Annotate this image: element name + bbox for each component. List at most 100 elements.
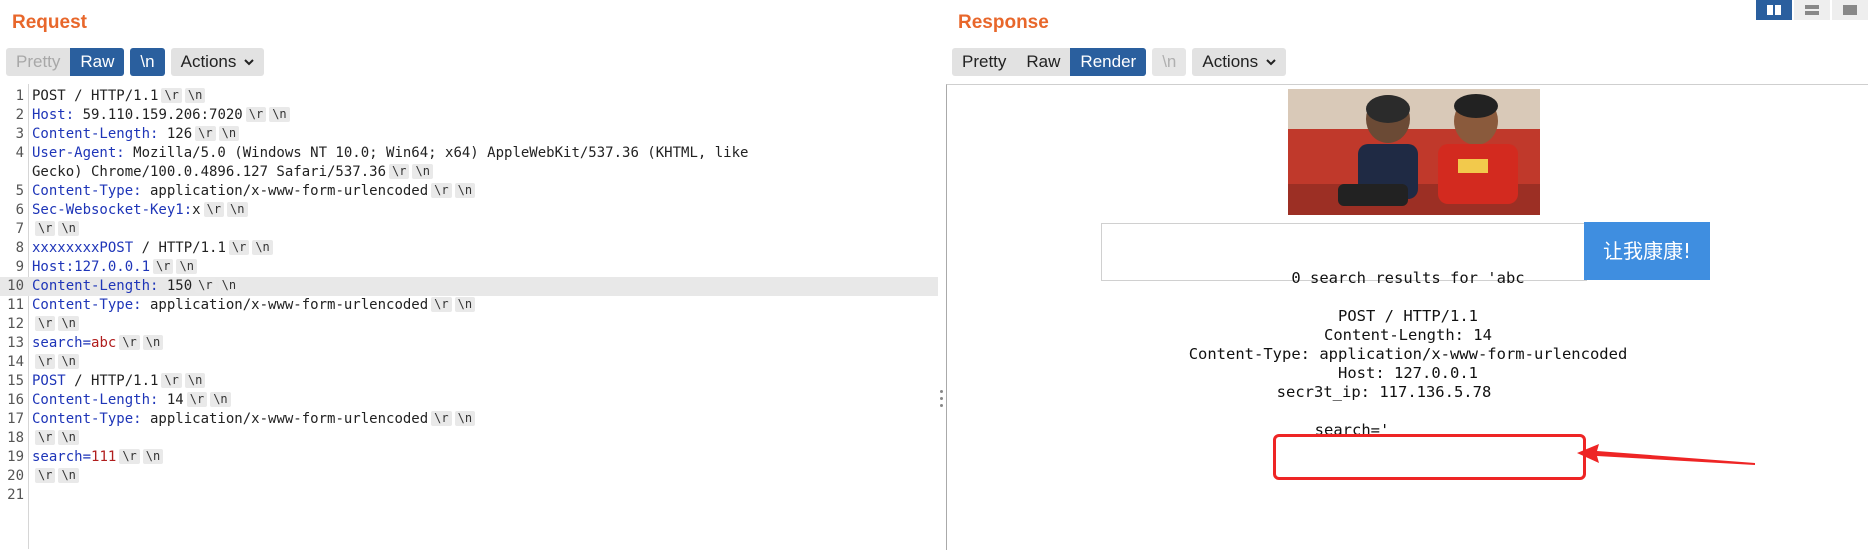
header-value: Mozilla/5.0 (Windows NT 10.0; Win64; x64… xyxy=(124,145,749,161)
escape-marker: \n xyxy=(454,297,476,312)
code-text: Host: 59.110.159.206:7020 \r \n xyxy=(32,106,290,125)
code-text: Content-Length: 150 \r \n xyxy=(32,277,240,296)
single-pane-icon[interactable] xyxy=(1832,0,1868,20)
response-toolbar: Pretty Raw Render \n Actions xyxy=(952,48,1287,76)
response-actions-label: Actions xyxy=(1202,52,1259,71)
header-value: 150 xyxy=(158,278,193,294)
escape-marker: \r xyxy=(195,126,216,141)
code-text: Host:127.0.0.1 \r \n xyxy=(32,258,197,277)
request-newline-toggle[interactable]: \n xyxy=(130,48,165,76)
request-actions-label: Actions xyxy=(180,52,237,71)
chevron-down-icon xyxy=(244,59,255,66)
escape-marker: \n xyxy=(454,411,476,426)
code-line[interactable]: 20 \r \n xyxy=(0,467,938,486)
escape-marker: \n xyxy=(184,88,206,103)
line-number: 6 xyxy=(15,202,24,218)
echo-line: POST / HTTP/1.1 xyxy=(1338,307,1478,325)
pane-divider[interactable] xyxy=(938,0,946,549)
code-line[interactable]: 9 Host:127.0.0.1 \r \n xyxy=(0,258,938,277)
header-value: abc xyxy=(91,335,117,351)
code-line[interactable]: 15 POST / HTTP/1.1 \r \n xyxy=(0,372,938,391)
header-value: application/x-www-form-urlencoded xyxy=(141,183,429,199)
code-text: search=abc \r \n xyxy=(32,334,164,353)
response-raw-tab[interactable]: Raw xyxy=(1016,48,1070,76)
escape-marker: \r xyxy=(245,107,267,122)
code-text: POST / HTTP/1.1 \r \n xyxy=(32,87,206,106)
code-line[interactable]: 13 search=abc \r \n xyxy=(0,334,938,353)
code-text: Content-Type: application/x-www-form-url… xyxy=(32,182,476,201)
code-line[interactable]: 12 \r \n xyxy=(0,315,938,334)
header-key: POST xyxy=(32,373,66,389)
escape-marker: \n xyxy=(218,278,240,293)
request-raw-tab[interactable]: Raw xyxy=(70,48,125,76)
code-line[interactable]: 7 \r \n xyxy=(0,220,938,239)
code-text: Gecko) Chrome/100.0.4896.127 Safari/537.… xyxy=(32,163,433,182)
escape-marker: \n xyxy=(58,354,79,369)
header-key: Host: xyxy=(32,107,75,123)
escape-marker: \r xyxy=(431,411,452,426)
code-text: Content-Length: 14 \r \n xyxy=(32,391,231,410)
escape-marker: \n xyxy=(454,183,476,198)
escape-marker: \r xyxy=(119,335,140,350)
echo-line: Content-Length: 14 xyxy=(1324,326,1492,344)
code-line[interactable]: 11 Content-Type: application/x-www-form-u… xyxy=(0,296,938,315)
code-text: Content-Type: application/x-www-form-url… xyxy=(32,296,476,315)
code-line[interactable]: 8 xxxxxxxxPOST / HTTP/1.1 \r \n xyxy=(0,239,938,258)
header-value: application/x-www-form-urlencoded xyxy=(141,297,429,313)
header-value: application/x-www-form-urlencoded xyxy=(141,411,429,427)
code-line[interactable]: 17 Content-Type: application/x-www-form-u… xyxy=(0,410,938,429)
escape-marker: \r xyxy=(186,392,208,407)
request-pretty-tab[interactable]: Pretty xyxy=(6,48,70,76)
code-text: xxxxxxxxPOST / HTTP/1.1 \r \n xyxy=(32,239,273,258)
request-title: Request xyxy=(12,12,87,33)
code-line[interactable]: 14 \r \n xyxy=(0,353,938,372)
escape-marker: \r xyxy=(35,316,56,331)
code-line[interactable]: 3 Content-Length: 126 \r \n xyxy=(0,125,938,144)
escape-marker: \r xyxy=(35,354,56,369)
code-line[interactable]: 18 \r \n xyxy=(0,429,938,448)
line-number: 8 xyxy=(15,240,24,256)
header-value: POST / HTTP/1.1 xyxy=(32,88,159,104)
arrow-left-icon xyxy=(1577,444,1755,465)
escape-marker: \r xyxy=(35,468,56,483)
header-key: Content-Length: xyxy=(32,392,159,408)
code-text: User-Agent: Mozilla/5.0 (Windows NT 10.0… xyxy=(32,144,748,163)
escape-marker: \n xyxy=(58,430,79,445)
request-editor[interactable]: 1 POST / HTTP/1.1 \r \n 2 Host: 59.110.159.20… xyxy=(0,84,938,549)
request-actions-button[interactable]: Actions xyxy=(170,48,265,76)
response-actions-button[interactable]: Actions xyxy=(1192,48,1287,76)
escape-marker: \n xyxy=(58,468,79,483)
response-pane: Response Pretty Raw Render \n Actions 让我… xyxy=(946,0,1868,550)
header-key: search= xyxy=(32,449,92,465)
code-text: \r \n xyxy=(32,315,79,334)
code-line[interactable]: 19 search=111 \r \n xyxy=(0,448,938,467)
response-pretty-tab[interactable]: Pretty xyxy=(952,48,1016,76)
code-text: Content-Length: 126 \r \n xyxy=(32,125,240,144)
highlight-box xyxy=(1273,434,1586,480)
code-line[interactable]: 1 POST / HTTP/1.1 \r \n xyxy=(0,87,938,106)
code-line[interactable]: 5 Content-Type: application/x-www-form-ur… xyxy=(0,182,938,201)
line-number: 4 xyxy=(15,145,24,161)
response-render-tab[interactable]: Render xyxy=(1070,48,1147,76)
code-line[interactable]: 16 Content-Length: 14 \r \n xyxy=(0,391,938,410)
code-text: \r \n xyxy=(32,429,79,448)
split-vertical-icon[interactable] xyxy=(1794,0,1830,20)
code-line[interactable]: 6 Sec-Websocket-Key1:x \r \n xyxy=(0,201,938,220)
code-line[interactable]: 4 User-Agent: Mozilla/5.0 (Windows NT 10.… xyxy=(0,144,938,163)
header-key: 127.0.0.1 xyxy=(74,259,151,275)
code-line[interactable]: 10 Content-Length: 150 \r \n xyxy=(0,277,938,296)
escape-marker: \r xyxy=(431,297,452,312)
header-key: Content-Type: xyxy=(32,411,142,427)
code-line[interactable]: 21 xyxy=(0,486,938,505)
code-line[interactable]: Gecko) Chrome/100.0.4896.127 Safari/537.… xyxy=(0,163,938,182)
code-line[interactable]: 2 Host: 59.110.159.206:7020 \r \n xyxy=(0,106,938,125)
code-text: \r \n xyxy=(32,220,79,239)
escape-marker: \r xyxy=(195,278,216,293)
rendered-photo-image xyxy=(1288,89,1540,215)
rendered-response-view: 让我康康! 0 search results for 'abc POST / H… xyxy=(946,84,1868,550)
line-number: 7 xyxy=(15,221,24,237)
header-value: 59.110.159.206:7020 xyxy=(74,107,243,123)
split-horizontal-icon[interactable] xyxy=(1756,0,1792,20)
response-newline-toggle[interactable]: \n xyxy=(1152,48,1187,76)
escape-marker: \n xyxy=(252,240,273,255)
